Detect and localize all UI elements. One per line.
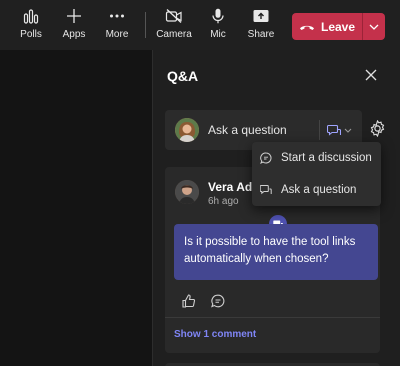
leave-button[interactable]: Leave [292,13,362,40]
apps-label: Apps [62,29,86,40]
post-type-menu: Start a discussion Ask a question [252,142,381,206]
qna-panel: Q&A Ask a question Vera Ada 6h ago Is it… [153,50,400,366]
meeting-window: Polls Apps More Camera Mic Share Leave Q… [0,0,400,366]
card-divider [165,317,380,318]
camera-off-icon [165,9,182,23]
leave-options-button[interactable] [363,13,385,40]
share-button[interactable]: Share [239,6,283,46]
polls-icon [23,9,39,24]
share-label: Share [247,29,275,40]
share-screen-icon [253,10,269,22]
panel-title: Q&A [167,68,199,84]
menu-item-label: Ask a question [281,184,357,196]
settings-button[interactable] [369,119,386,142]
apps-button[interactable]: Apps [52,6,96,46]
question-icon [327,124,341,136]
author-avatar [175,180,199,204]
leave-button-group: Leave [292,13,385,40]
thumbs-up-icon [182,294,196,308]
toolbar-divider [145,12,146,38]
menu-item-start-discussion[interactable]: Start a discussion [252,142,381,174]
camera-label: Camera [156,29,192,40]
add-icon [67,9,81,23]
more-button[interactable]: More [95,6,139,46]
question-text: Is it possible to have the tool links au… [174,224,378,280]
menu-item-label: Start a discussion [281,152,372,164]
post-type-dropdown[interactable] [327,123,352,137]
reply-button[interactable] [211,294,225,313]
mic-icon [212,8,224,24]
close-icon [365,69,377,81]
like-button[interactable] [182,294,196,313]
close-panel-button[interactable] [365,68,377,86]
question-icon [260,185,272,195]
ask-box-divider [319,120,320,140]
more-icon [110,14,124,18]
show-comments-link[interactable]: Show 1 comment [174,329,256,340]
discussion-icon [260,152,272,164]
ask-question-placeholder: Ask a question [208,123,287,137]
polls-button[interactable]: Polls [9,6,53,46]
camera-button[interactable]: Camera [152,6,196,46]
gear-icon [370,119,385,138]
more-label: More [105,29,129,40]
menu-item-ask-question[interactable]: Ask a question [252,174,381,206]
mic-label: Mic [210,29,226,40]
chevron-down-icon [344,128,352,133]
leave-label: Leave [320,19,356,34]
polls-label: Polls [20,29,42,40]
chevron-down-icon [369,24,379,30]
reply-icon [211,294,225,308]
meeting-stage [0,50,152,366]
hang-up-icon [299,25,314,30]
post-timestamp: 6h ago [208,196,239,207]
avatar [175,118,199,142]
meeting-toolbar: Polls Apps More Camera Mic Share Leave [0,0,400,50]
mic-button[interactable]: Mic [196,6,240,46]
